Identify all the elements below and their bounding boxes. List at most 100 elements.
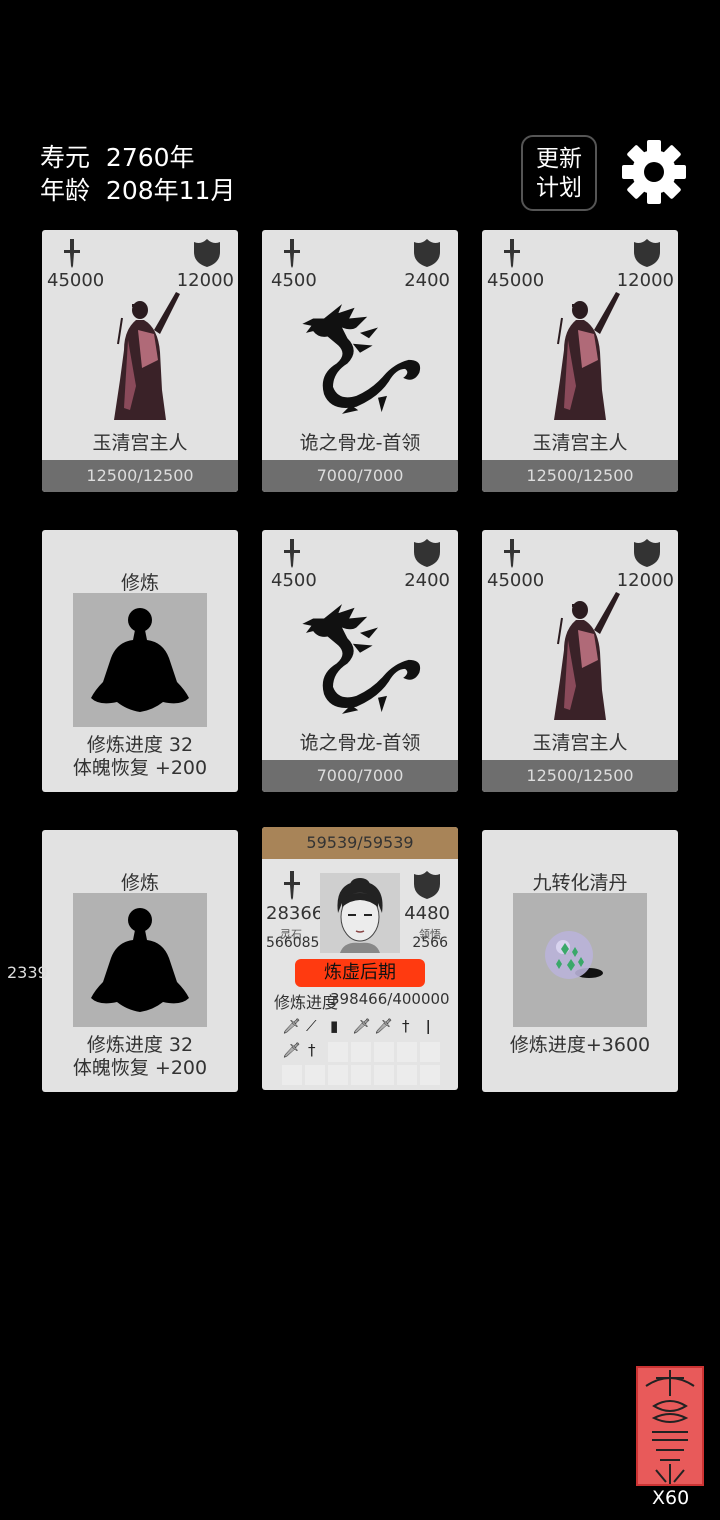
body-recovery: 体魄恢复 +200 (72, 757, 208, 779)
weapon-slot-icon[interactable]: 🗡 (282, 1041, 301, 1059)
defense-value: 12000 (176, 270, 234, 291)
body-recovery: 体魄恢复 +200 (72, 1057, 208, 1079)
cultivator-icon (553, 291, 621, 421)
age-label: 年龄 (40, 176, 91, 205)
sword-icon (64, 239, 80, 268)
player-defense: 4480 (404, 903, 450, 924)
insight-value: 2566 (412, 935, 448, 951)
dragon-icon (302, 304, 421, 414)
shield-icon (194, 239, 220, 267)
sword-icon (284, 871, 300, 900)
attack-value: 45000 (487, 270, 545, 291)
lifespan-value: 2760年 (105, 143, 195, 172)
sword-icon (504, 539, 520, 568)
enemy-name: 玉清宫主人 (92, 432, 188, 454)
meditation-icon (91, 608, 189, 712)
enemy-name: 诡之骨龙-首领 (299, 732, 421, 754)
weapon-slot-icon[interactable]: ▮ (330, 1017, 338, 1035)
gear-icon[interactable] (620, 138, 688, 206)
defense-value: 12000 (616, 570, 674, 591)
enemy-card-yuqing-3[interactable]: 45000 12000 玉清宫主人 12500/12500 (482, 530, 678, 792)
inventory-slot[interactable] (351, 1042, 371, 1062)
inventory-slot[interactable] (397, 1042, 417, 1062)
lifespan-row: 寿元 2760年 (40, 138, 195, 174)
inventory-slot[interactable] (305, 1065, 325, 1085)
hp-bar: 7000/7000 (262, 760, 458, 792)
sword-icon (284, 539, 300, 568)
attack-value: 4500 (271, 570, 317, 591)
enemy-card-yuqing-2[interactable]: 45000 12000 玉清宫主人 12500/12500 (482, 230, 678, 492)
weapon-slot-icon[interactable]: † (402, 1017, 410, 1035)
inventory-slot[interactable] (282, 1065, 302, 1085)
hp-bar: 12500/12500 (482, 760, 678, 792)
player-hp-bar: 59539/59539 (262, 827, 458, 859)
meditation-box (73, 893, 207, 1027)
inventory-slot[interactable] (328, 1042, 348, 1062)
inventory-slot[interactable] (397, 1065, 417, 1085)
shield-icon (414, 871, 440, 899)
player-avatar (320, 873, 400, 953)
shield-icon (634, 239, 660, 267)
progress-label: 修炼进度 (274, 993, 339, 1012)
hp-bar: 12500/12500 (42, 460, 238, 492)
enemy-card-dragon-1[interactable]: 4500 2400 诡之骨龙-首领 7000/7000 (262, 230, 458, 492)
defense-value: 12000 (616, 270, 674, 291)
weapon-slot-icon[interactable]: ǀ (426, 1017, 430, 1035)
inventory-slot[interactable] (328, 1065, 348, 1085)
weapon-slot-icon[interactable]: 🗡 (282, 1017, 301, 1035)
shield-icon (414, 239, 440, 267)
shield-icon (634, 539, 660, 567)
inventory-slot[interactable] (351, 1065, 371, 1085)
enemy-name: 玉清宫主人 (532, 432, 628, 454)
update-plan-button[interactable]: 更新 计划 (521, 135, 597, 211)
defense-value: 2400 (404, 570, 450, 591)
update-plan-line2: 计划 (536, 175, 582, 201)
cultivator-icon (553, 591, 621, 721)
enemy-card-dragon-2[interactable]: 4500 2400 诡之骨龙-首领 7000/7000 (262, 530, 458, 792)
progress-value: 398466/400000 (330, 990, 450, 1008)
hp-bar: 7000/7000 (262, 460, 458, 492)
weapon-slot-icon[interactable]: 🗡 (374, 1017, 393, 1035)
dragon-icon (302, 604, 421, 714)
realm-badge: 炼虚后期 (295, 959, 425, 987)
weapon-slot-icon[interactable]: 🗡 (352, 1017, 371, 1035)
enemy-name: 玉清宫主人 (532, 732, 628, 754)
shield-icon (414, 539, 440, 567)
inventory-slot[interactable] (420, 1042, 440, 1062)
weapon-slot-icon[interactable]: ⟋ (306, 1017, 317, 1035)
card-title: 修炼 (120, 572, 159, 594)
player-attack: 28366 (266, 903, 324, 924)
sword-icon (504, 239, 520, 268)
talisman-count: X60 (652, 1487, 690, 1509)
inventory-slot[interactable] (374, 1042, 394, 1062)
attack-value: 45000 (487, 570, 545, 591)
pill-box (513, 893, 647, 1027)
card-title: 九转化清丹 (532, 872, 628, 894)
lifespan-label: 寿元 (40, 143, 91, 172)
talisman-icon[interactable] (636, 1366, 704, 1486)
attack-value: 45000 (47, 270, 105, 291)
defense-value: 2400 (404, 270, 450, 291)
age-row: 年龄 208年11月 (40, 171, 235, 207)
cultivate-card-2[interactable]: 修炼 修炼进度 32 体魄恢复 +200 (42, 830, 238, 1092)
pill-effect: 修炼进度+3600 (509, 1034, 651, 1056)
age-value: 208年11月 (105, 176, 236, 205)
hp-bar: 12500/12500 (482, 460, 678, 492)
inventory-slot[interactable] (420, 1065, 440, 1085)
cultivate-card-1[interactable]: 修炼 修炼进度 32 体魄恢复 +200 (42, 530, 238, 792)
inventory-slot[interactable] (374, 1065, 394, 1085)
update-plan-line1: 更新 (536, 146, 582, 172)
side-number: 2339 (7, 963, 48, 982)
attack-value: 4500 (271, 270, 317, 291)
pill-icon (545, 931, 603, 979)
meditation-icon (91, 908, 189, 1012)
sword-icon (284, 239, 300, 268)
enemy-card-yuqing-1[interactable]: 45000 12000 玉清宫主人 12500/12500 (42, 230, 238, 492)
enemy-name: 诡之骨龙-首领 (299, 432, 421, 454)
weapon-slot-icon[interactable]: † (308, 1041, 316, 1059)
meditation-box (73, 593, 207, 727)
player-card[interactable]: 59539/59539 28366 4480 灵石 566085 领悟 2566… (262, 827, 458, 1090)
pill-card[interactable]: 九转化清丹 修炼进度+3600 (482, 830, 678, 1092)
stone-value: 566085 (266, 935, 320, 951)
card-title: 修炼 (120, 872, 159, 894)
